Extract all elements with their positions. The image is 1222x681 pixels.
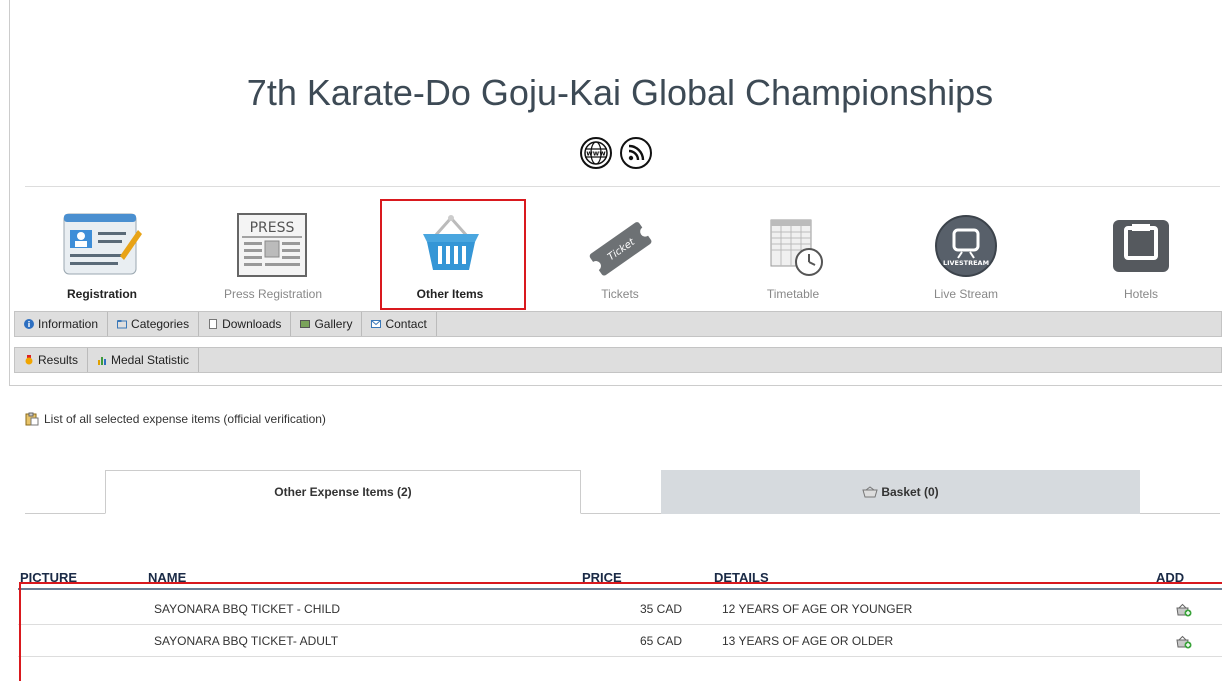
row-price: 65 CAD — [640, 634, 683, 648]
subnav-primary: Information Categories Downloads Gallery… — [14, 311, 1222, 337]
nav-hotels[interactable] — [1081, 210, 1201, 280]
press-icon: PRESS — [237, 213, 307, 277]
nav-timetable[interactable] — [733, 210, 853, 280]
table-row: SAYONARA BBQ TICKET - CHILD 35 CAD 12 YE… — [18, 593, 1222, 625]
row-name: SAYONARA BBQ TICKET- ADULT — [154, 634, 339, 648]
col-price: PRICE — [582, 570, 622, 585]
highlight-other-items — [380, 199, 526, 310]
subnav-gallery[interactable]: Gallery — [291, 312, 363, 336]
table-row: SAYONARA BBQ TICKET- ADULT 65 CAD 13 YEA… — [18, 625, 1222, 657]
add-to-basket-icon[interactable] — [1176, 635, 1192, 649]
nav-label-hotels[interactable]: Hotels — [1071, 287, 1211, 301]
expense-list-note: List of all selected expense items (offi… — [25, 412, 326, 426]
tv-icon: LIVESTREAM — [935, 215, 997, 277]
header-divider — [25, 186, 1220, 187]
nav-label-registration[interactable]: Registration — [32, 287, 172, 301]
subnav-secondary: Results Medal Statistic — [14, 347, 1222, 373]
col-add: ADD — [1156, 570, 1185, 585]
nav-label-timetable[interactable]: Timetable — [723, 287, 863, 301]
document-icon — [209, 319, 218, 329]
table-header-divider — [18, 588, 1222, 590]
basket-small-icon — [862, 486, 878, 498]
svg-text:www: www — [586, 150, 606, 158]
page-title: 7th Karate-Do Goju-Kai Global Championsh… — [246, 72, 994, 113]
row-name: SAYONARA BBQ TICKET - CHILD — [154, 602, 341, 616]
col-details: DETAILS — [714, 570, 769, 585]
subnav-contact[interactable]: Contact — [362, 312, 437, 336]
col-picture: PICTURE — [20, 570, 78, 585]
medal-icon — [25, 355, 33, 365]
clipboard-icon — [25, 412, 39, 426]
folder-icon — [117, 320, 128, 329]
nav-label-tickets[interactable]: Tickets — [550, 287, 690, 301]
row-price: 35 CAD — [640, 602, 683, 616]
id-card-icon — [63, 213, 142, 275]
subnav-categories[interactable]: Categories — [108, 312, 200, 336]
svg-text:PRESS: PRESS — [250, 220, 295, 236]
title-icons: www — [580, 137, 652, 169]
nav-label-live-stream[interactable]: Live Stream — [896, 287, 1036, 301]
rss-icon[interactable] — [620, 137, 652, 169]
timetable-icon — [770, 219, 823, 276]
ticket-icon: Ticket — [589, 222, 652, 276]
subnav-results[interactable]: Results — [15, 348, 89, 372]
add-to-basket-icon[interactable] — [1176, 603, 1192, 617]
subnav-information[interactable]: Information — [15, 312, 109, 336]
subnav-downloads[interactable]: Downloads — [199, 312, 292, 336]
nav-tickets[interactable]: Ticket — [560, 210, 680, 280]
svg-text:LIVESTREAM: LIVESTREAM — [943, 259, 989, 267]
nav-press-registration[interactable]: PRESS — [212, 210, 332, 280]
globe-www-icon[interactable]: www — [580, 137, 612, 169]
row-details: 12 YEARS OF AGE OR YOUNGER — [722, 602, 913, 616]
col-name: NAME — [148, 570, 187, 585]
mail-icon — [371, 320, 382, 328]
image-icon — [300, 320, 311, 328]
suitcase-icon — [1113, 220, 1169, 272]
nav-label-press-registration[interactable]: Press Registration — [203, 287, 343, 301]
nav-registration[interactable] — [42, 210, 162, 280]
tab-other-expense-items[interactable]: Other Expense Items (2) — [105, 470, 581, 514]
nav-live-stream[interactable]: LIVESTREAM — [906, 210, 1026, 280]
row-details: 13 YEARS OF AGE OR OLDER — [722, 634, 894, 648]
table-header: PICTURE NAME PRICE DETAILS ADD — [18, 570, 1222, 590]
tab-basket[interactable]: Basket (0) — [661, 470, 1140, 514]
page-frame-left-border — [9, 0, 10, 386]
info-icon — [24, 319, 34, 329]
bar-chart-icon — [98, 357, 107, 365]
subnav-medal-statistic[interactable]: Medal Statistic — [88, 348, 200, 372]
page-frame-bottom-border — [9, 385, 1222, 386]
